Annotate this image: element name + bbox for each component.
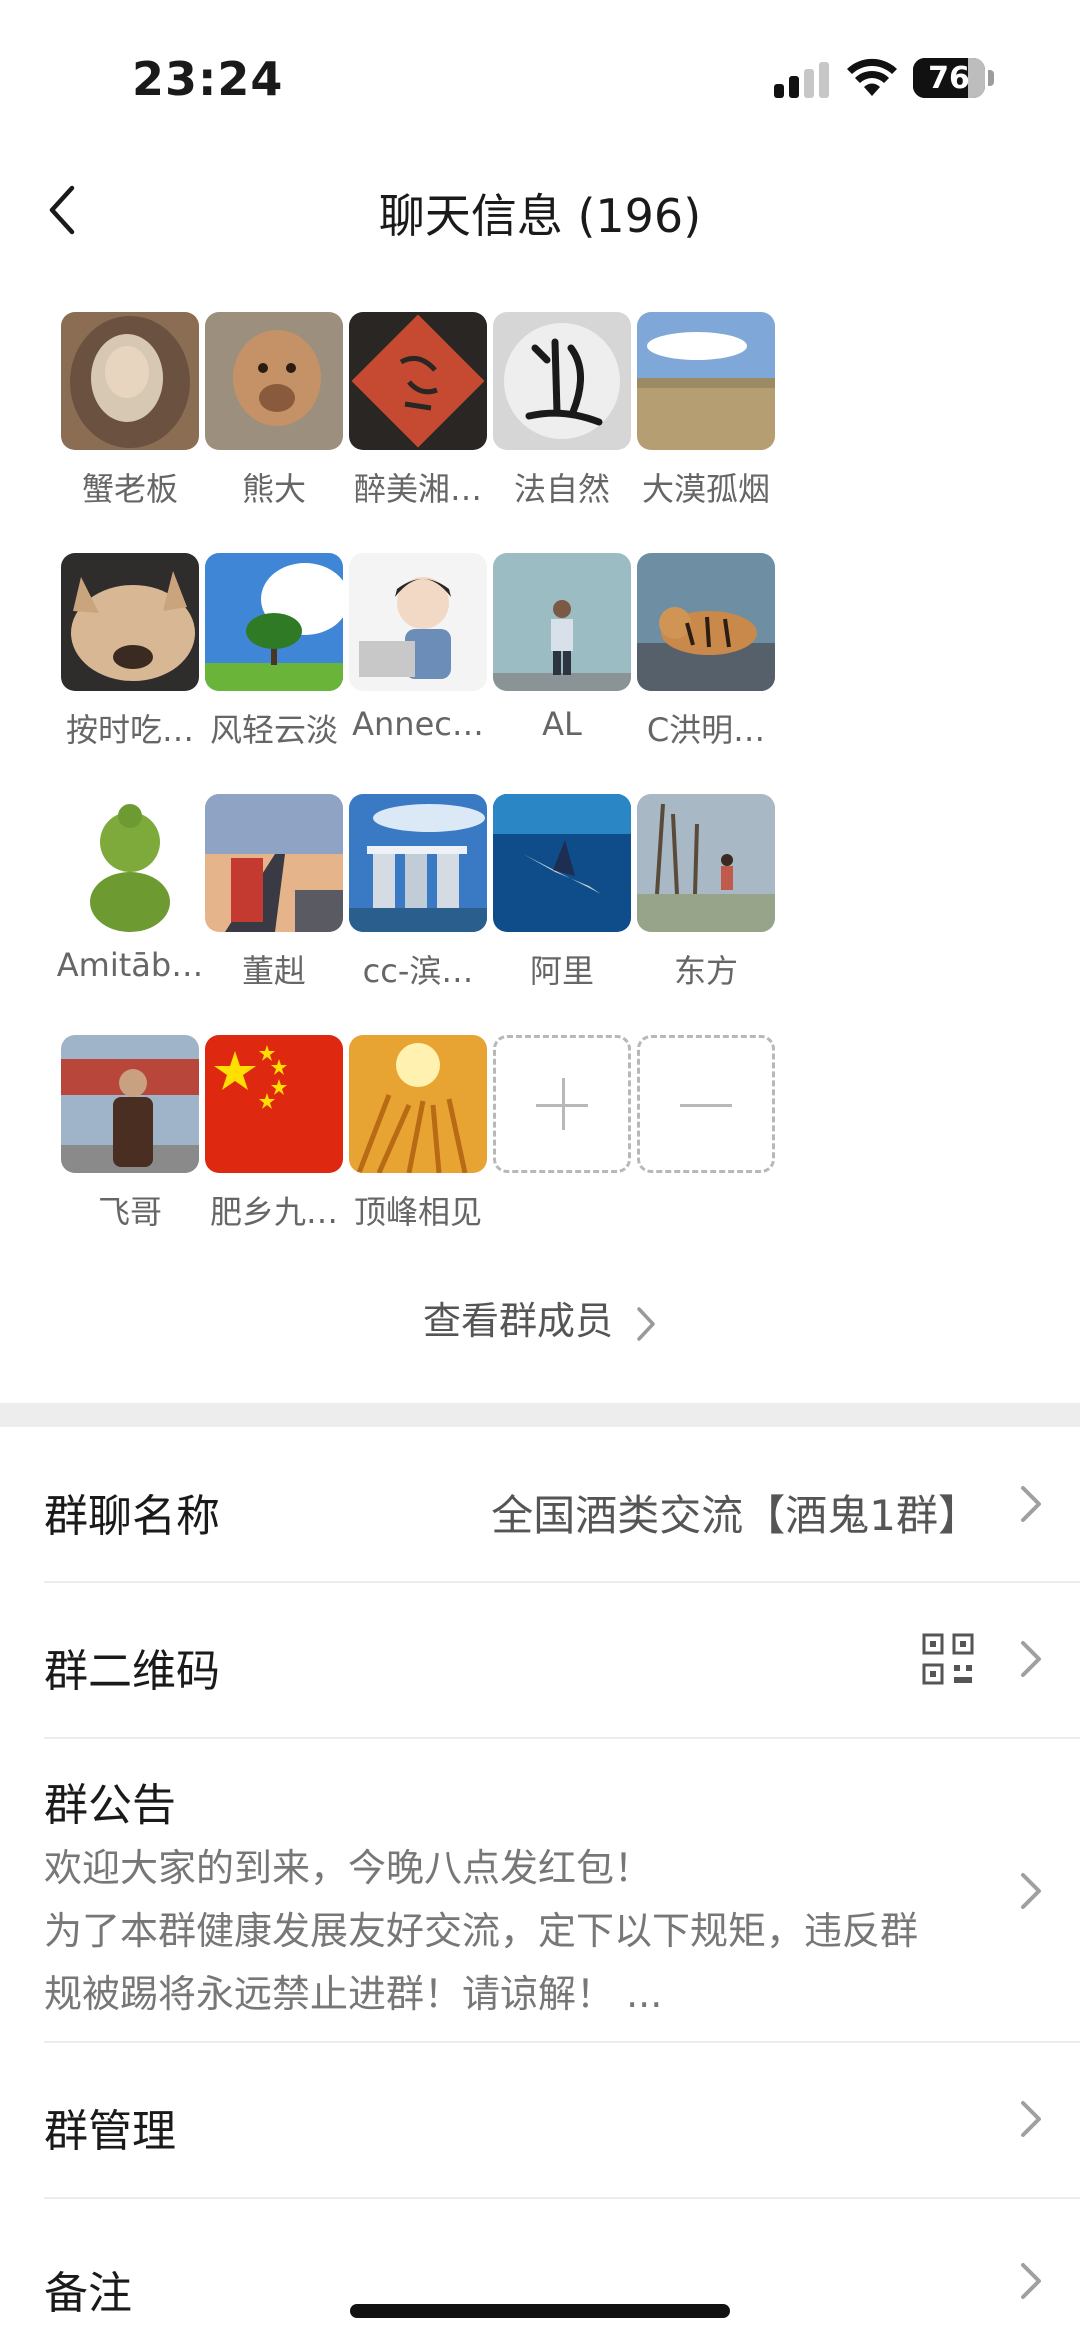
lion-cub-icon [205,312,343,450]
member-name: 法自然 [513,470,610,508]
member-item[interactable]: 醉美湘… [338,312,498,510]
view-all-label: 查看群成员 [422,1299,613,1343]
minus-icon [637,1035,775,1173]
golden-wheat-sun-icon [349,1035,487,1173]
chevron-right-icon [1021,1641,1041,1677]
group-manage-row[interactable]: 群管理 [0,2043,1080,2197]
remark-row[interactable]: 备注 [0,2199,1080,2341]
group-notice-label: 群公告 [44,1780,176,1831]
member-name: AL [542,705,582,743]
chevron-right-icon [1021,2263,1041,2299]
cartoon-girl-laptop-icon [349,553,487,691]
nav-bar: 聊天信息 (196) [0,150,1080,270]
member-name: 醉美湘… [353,470,482,508]
battery-level: 76 [928,61,970,96]
battery-icon: 76 [913,58,985,98]
member-item[interactable]: 阿里 [482,794,642,992]
member-name: Amitāb… [56,946,204,984]
notice-line: 欢迎大家的到来，今晚八点发红包！ [44,1846,653,1890]
member-name: Annec… [352,705,484,743]
notice-line: 为了本群健康发展友好交流，定下以下规矩，违反群 [44,1909,919,1953]
member-item[interactable]: 按时吃… [50,553,210,751]
member-item[interactable]: Annec… [338,553,498,743]
status-bar: 23:24 76 [0,0,1080,150]
member-name: 飞哥 [97,1193,162,1231]
member-item[interactable]: 飞哥 [50,1035,210,1233]
member-item[interactable]: 顶峰相见 [338,1035,498,1233]
cellular-signal-icon [774,62,830,98]
member-name: 蟹老板 [81,470,178,508]
view-all-members-link[interactable]: 查看群成员 [0,1290,1080,1345]
member-item[interactable]: AL [482,553,642,743]
train-sunset-icon [205,794,343,932]
plus-icon [493,1035,631,1173]
grassland-landscape-icon [637,312,775,450]
chevron-right-icon [637,1306,655,1341]
city-skyline-icon [349,794,487,932]
group-notice-text: 欢迎大家的到来，今晚八点发红包！ 为了本群健康发展友好交流，定下以下规矩，违反群… [44,1837,1004,2026]
member-item[interactable]: 大漠孤烟 [626,312,786,510]
ink-calligraphy-icon [493,312,631,450]
clock: 23:24 [132,52,284,106]
section-divider [0,1403,1080,1427]
china-flag-icon [205,1035,343,1173]
member-item[interactable]: 法自然 [482,312,642,510]
member-item[interactable]: 肥乡九… [194,1035,354,1233]
member-name: 董赳 [241,952,306,990]
chevron-right-icon [1021,1873,1041,1909]
member-item[interactable]: 东方 [626,794,786,992]
group-qr-row[interactable]: 群二维码 [0,1583,1080,1737]
home-indicator[interactable] [350,2304,730,2318]
member-item[interactable]: 熊大 [194,312,354,510]
red-calligraphy-seal-icon [349,312,487,450]
member-name: 阿里 [529,952,594,990]
add-member-button[interactable] [482,1035,642,1173]
group-qr-label: 群二维码 [44,1646,220,1697]
member-name: 按时吃… [65,711,194,749]
green-buddha-icon [61,794,199,932]
member-name: 熊大 [241,470,306,508]
sleeping-dog-icon [61,553,199,691]
member-item[interactable]: 风轻云淡 [194,553,354,751]
qr-code-icon [922,1633,974,1685]
group-name-label: 群聊名称 [44,1491,220,1542]
chevron-right-icon [1021,1486,1041,1522]
member-item[interactable]: 蟹老板 [50,312,210,510]
wifi-icon [847,58,897,96]
group-name-row[interactable]: 群聊名称 全国酒类交流【酒鬼1群】 [0,1427,1080,1581]
notice-line: 规被踢将永远禁止进群！请谅解！ ... [44,1972,663,2016]
tree-blue-sky-icon [205,553,343,691]
member-name: 大漠孤烟 [641,470,770,508]
person-with-fur-hood-icon [61,312,199,450]
member-item[interactable]: cc-滨… [338,794,498,992]
member-name: 肥乡九… [209,1193,338,1231]
man-in-front-of-wall-icon [493,553,631,691]
page-title: 聊天信息 (196) [378,189,702,243]
battery-cap [988,70,994,86]
group-name-value: 全国酒类交流【酒鬼1群】 [491,1491,980,1540]
member-name: C洪明… [646,711,766,749]
member-name: 东方 [673,952,738,990]
remark-label: 备注 [44,2268,132,2319]
member-name: 顶峰相见 [353,1193,482,1231]
group-manage-label: 群管理 [44,2106,176,2157]
member-item[interactable]: 董赳 [194,794,354,992]
chevron-right-icon [1021,2101,1041,2137]
people-by-trees-icon [637,794,775,932]
member-item[interactable]: Amitāb… [50,794,210,984]
remove-member-button[interactable] [626,1035,786,1173]
member-name: 风轻云淡 [209,711,338,749]
swordfish-ocean-icon [493,794,631,932]
man-leather-jacket-icon [61,1035,199,1173]
member-item[interactable]: C洪明… [626,553,786,751]
tiger-painting-icon [637,553,775,691]
member-name: cc-滨… [362,952,474,990]
